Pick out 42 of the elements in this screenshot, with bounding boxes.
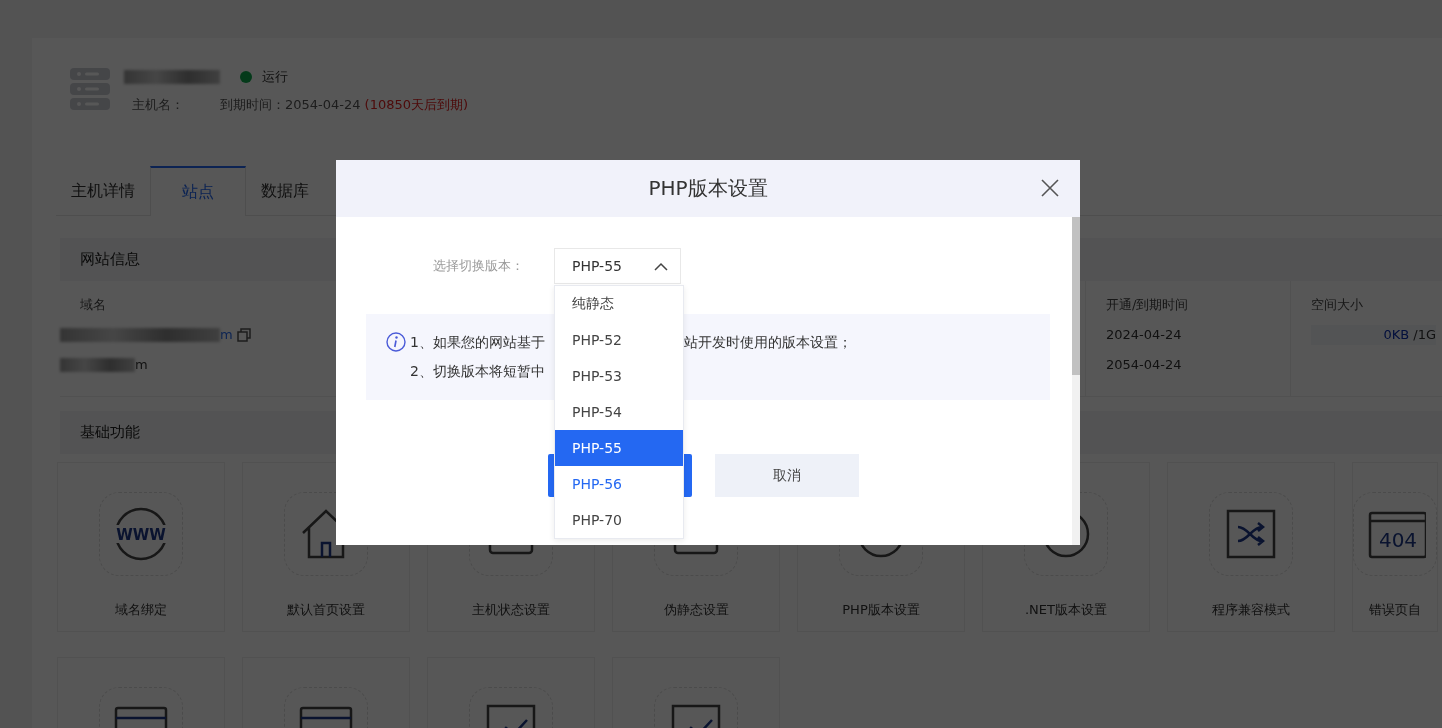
- column-header: 域名: [80, 296, 106, 314]
- scrollbar[interactable]: [1072, 217, 1080, 545]
- dialog-title: PHP版本设置: [336, 160, 1080, 217]
- cancel-button[interactable]: 取消: [714, 454, 859, 497]
- domain-link[interactable]: m: [220, 325, 233, 345]
- date-cell-text: 2054-04-24: [1106, 356, 1182, 374]
- expiry-countdown: (10850天后到期): [364, 96, 469, 114]
- used-space: 0KB: [1383, 326, 1410, 344]
- dropdown-option[interactable]: PHP-70: [555, 502, 683, 538]
- total-space: /1G: [1413, 326, 1436, 344]
- domain-link[interactable]: m: [135, 355, 148, 375]
- feature-label: 伪静态设置: [663, 601, 729, 619]
- copy-icon[interactable]: [236, 328, 251, 342]
- dropdown-option[interactable]: PHP-54: [555, 394, 683, 430]
- feature-label: 程序兼容模式: [1212, 601, 1290, 619]
- feature-label: 域名绑定: [115, 601, 167, 619]
- notice-text: 2、切换版本将短暂中: [410, 362, 545, 381]
- field-label: 选择切换版本：: [432, 257, 524, 275]
- feature-card[interactable]: 404 错误页自: [1352, 462, 1438, 632]
- info-icon: [386, 332, 406, 352]
- tab[interactable]: 站点: [150, 166, 246, 216]
- feature-card[interactable]: WWW 域名绑定: [57, 462, 225, 632]
- status-label: 运行: [262, 68, 288, 86]
- feature-label: .NET版本设置: [1025, 601, 1107, 619]
- dropdown-option[interactable]: PHP-53: [555, 358, 683, 394]
- notice-text: 站开发时使用的版本设置；: [684, 333, 852, 352]
- feature-label: 默认首页设置: [287, 601, 365, 619]
- column-header: 空间大小: [1311, 296, 1363, 314]
- version-select[interactable]: PHP-55: [554, 248, 681, 284]
- feature-label: 错误页自: [1369, 601, 1421, 619]
- feature-card[interactable]: 程序兼容模式: [1167, 462, 1335, 632]
- dropdown-option[interactable]: PHP-56: [555, 466, 683, 502]
- dropdown-option[interactable]: PHP-52: [555, 322, 683, 358]
- column-header: 开通/到期时间: [1106, 296, 1189, 314]
- caret-icon: [654, 261, 668, 271]
- feature-label: 主机状态设置: [472, 601, 550, 619]
- feature-label: PHP版本设置: [842, 601, 920, 619]
- date-cell-text: 2024-04-24: [1106, 326, 1182, 344]
- dropdown-option[interactable]: PHP-55: [555, 430, 683, 466]
- dropdown-option[interactable]: 纯静态: [555, 286, 683, 322]
- notice-text: 1、如果您的网站基于: [410, 333, 545, 352]
- close-icon: [1040, 178, 1060, 198]
